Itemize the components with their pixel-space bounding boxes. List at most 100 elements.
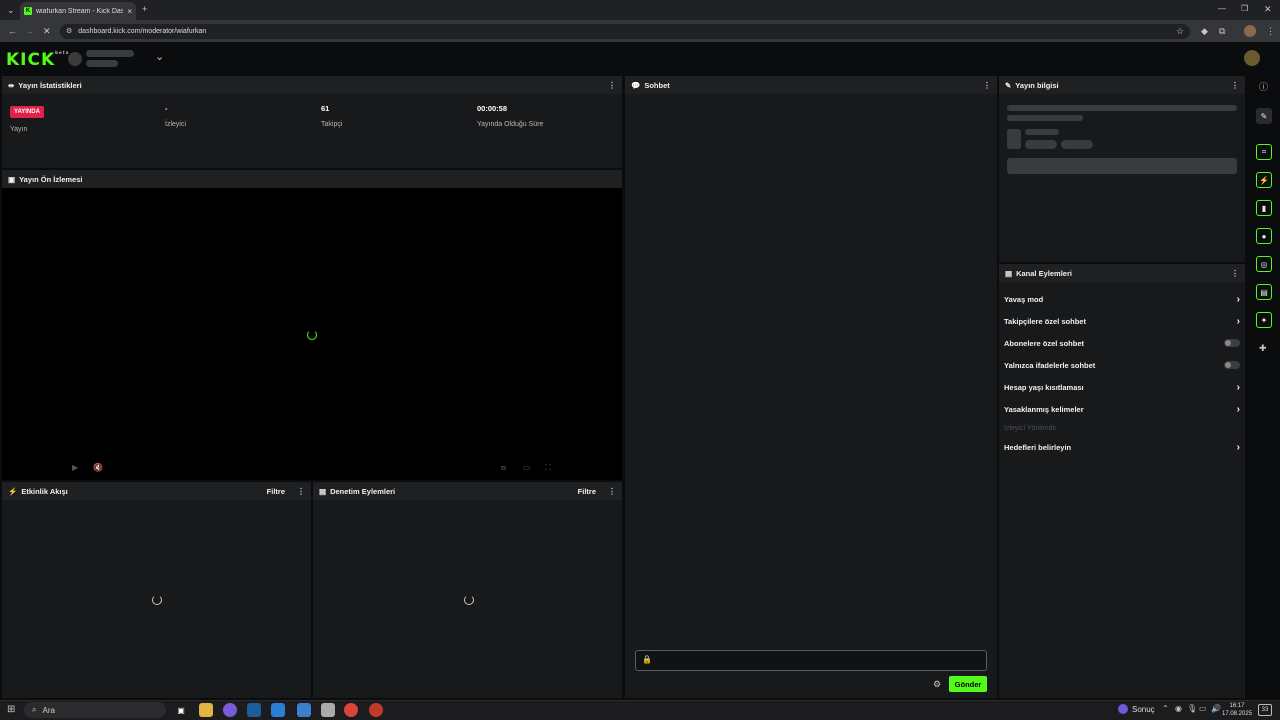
sidebar-document-icon[interactable]: ▮ xyxy=(1256,200,1272,216)
moderation-actions-panel: ▤ Denetim Eylemleri Filtre ⋮ xyxy=(313,482,622,698)
channel-actions-menu-icon[interactable]: ⋮ xyxy=(1231,269,1239,278)
chrome-icon[interactable] xyxy=(344,703,358,717)
sidebar-apps-icon[interactable]: ✚ xyxy=(1259,344,1267,353)
address-bar[interactable]: ⚙ dashboard.kick.com/moderator/wiafurkan xyxy=(60,24,1190,39)
tag-skeleton-2 xyxy=(1061,140,1093,149)
stop-loading-icon[interactable]: ✕ xyxy=(43,27,51,36)
sidebar-broadcast-icon[interactable]: ◎ xyxy=(1256,256,1272,272)
emotes-only-toggle[interactable] xyxy=(1224,361,1240,369)
app-icon-2[interactable] xyxy=(297,703,311,717)
extensions-puzzle-icon[interactable]: ⧉ xyxy=(1219,27,1225,36)
moderation-filter-button[interactable]: Filtre xyxy=(578,487,596,496)
chat-menu-icon[interactable]: ⋮ xyxy=(983,81,991,90)
new-tab-button[interactable]: + xyxy=(142,5,147,14)
chat-header: 💬 Sohbet ⋮ xyxy=(625,76,997,94)
back-icon[interactable]: ← xyxy=(8,27,17,36)
close-window-icon[interactable]: ✕ xyxy=(1264,5,1272,14)
send-button[interactable]: Gönder xyxy=(949,676,987,692)
stream-info-header: ✎ Yayın bilgisi ⋮ xyxy=(999,76,1245,94)
action-label: Abonelere özel sohbet xyxy=(1004,338,1085,348)
shield-app-icon[interactable] xyxy=(321,703,335,717)
mute-icon[interactable]: 🔇 xyxy=(93,464,103,472)
category-thumb-skeleton xyxy=(1007,129,1021,149)
activity-menu-icon[interactable]: ⋮ xyxy=(297,487,305,496)
moderation-actions-header: ▤ Denetim Eylemleri Filtre ⋮ xyxy=(313,482,622,500)
stats-menu-icon[interactable]: ⋮ xyxy=(608,81,616,90)
channel-switch-chevron-icon[interactable]: ⌄ xyxy=(155,52,164,63)
stat-viewers: - İzleyici xyxy=(157,96,311,166)
taskbar-search[interactable]: ⌕ Ara xyxy=(24,702,166,718)
file-explorer-icon[interactable] xyxy=(199,703,213,717)
url-text: dashboard.kick.com/moderator/wiafurkan xyxy=(78,28,207,35)
stream-stats-header: ⇹ Yayın İstatistikleri ⋮ xyxy=(2,76,622,94)
restore-window-icon[interactable]: ❐ xyxy=(1241,5,1248,13)
info-icon[interactable]: ⓘ xyxy=(1259,83,1268,92)
weather-label[interactable]: Sonuç xyxy=(1132,705,1155,714)
action-set-goals[interactable]: Hedefleri belirleyin › xyxy=(1004,436,1244,458)
action-slow-mode[interactable]: Yavaş mod › xyxy=(1004,288,1244,310)
play-icon[interactable]: ▶ xyxy=(72,464,78,472)
sidebar-chat-icon[interactable]: ● xyxy=(1256,228,1272,244)
pip-icon[interactable]: ⧈ xyxy=(501,464,506,472)
task-view-icon[interactable]: ▣ xyxy=(174,703,188,717)
chat-settings-gear-icon[interactable]: ⚙ xyxy=(933,680,941,689)
minimize-window-icon[interactable]: — xyxy=(1218,5,1226,13)
notification-badge[interactable]: 33 xyxy=(1258,704,1272,716)
forward-icon[interactable]: → xyxy=(25,27,34,36)
action-label: Hesap yaşı kısıtlaması xyxy=(1004,382,1084,392)
site-info-icon[interactable]: ⚙ xyxy=(66,28,72,35)
fullscreen-icon[interactable]: ⛶ xyxy=(545,464,551,472)
app-icon-1[interactable] xyxy=(223,703,237,717)
live-badge: YAYINDA xyxy=(10,106,44,118)
windows-start-icon[interactable]: ⊞ xyxy=(7,705,15,715)
activity-filter-button[interactable]: Filtre xyxy=(267,487,285,496)
network-icon[interactable]: ▭ xyxy=(1199,705,1207,713)
pencil-icon: ✎ xyxy=(1005,80,1012,90)
chevron-right-icon: › xyxy=(1236,381,1240,393)
microphone-icon[interactable]: 🎙 xyxy=(1187,705,1197,713)
stream-preview-header: ▣ Yayın Ön İzlemesi xyxy=(2,170,622,188)
kick-logo[interactable]: KICKbeta xyxy=(6,50,69,70)
chat-bubble-icon: 💬 xyxy=(631,80,641,90)
sidebar-bolt-icon[interactable]: ⚡ xyxy=(1256,172,1272,188)
stream-title-skeleton-2 xyxy=(1007,115,1083,121)
chat-input[interactable]: 🔒 xyxy=(635,650,987,671)
chat-lock-icon: 🔒 xyxy=(642,655,652,664)
action-account-age[interactable]: Hesap yaşı kısıtlaması › xyxy=(1004,376,1244,398)
sidebar-edit-icon[interactable]: ✎ xyxy=(1256,108,1272,124)
sidebar-layout-icon[interactable]: ▤ xyxy=(1256,284,1272,300)
preview-icon: ▣ xyxy=(8,174,16,184)
bookmark-star-icon[interactable]: ☆ xyxy=(1176,27,1184,36)
browser-tab[interactable]: K wiafurkan Stream - Kick Dashb... × xyxy=(20,2,136,20)
obs-icon[interactable] xyxy=(369,703,383,717)
browser-menu-icon[interactable]: ⋮ xyxy=(1266,27,1275,36)
chat-title: Sohbet xyxy=(644,80,670,90)
stream-info-menu-icon[interactable]: ⋮ xyxy=(1231,81,1239,90)
moderation-menu-icon[interactable]: ⋮ xyxy=(608,487,616,496)
profile-avatar[interactable] xyxy=(1244,25,1256,37)
close-tab-icon[interactable]: × xyxy=(127,7,132,16)
action-label: Yavaş mod xyxy=(1004,294,1044,304)
volume-icon[interactable]: 🔊 xyxy=(1211,705,1221,713)
activity-bolt-icon: ⚡ xyxy=(8,486,18,496)
steam-alt-icon[interactable] xyxy=(271,703,285,717)
sidebar-screenshot-icon[interactable]: ⌗ xyxy=(1256,144,1272,160)
sidebar-wrench-icon[interactable]: ✦ xyxy=(1256,312,1272,328)
activity-feed-title: Etkinlik Akışı xyxy=(21,486,68,496)
user-avatar[interactable] xyxy=(1244,50,1260,66)
extension-icon[interactable]: ◆ xyxy=(1201,27,1208,36)
theater-icon[interactable]: ▭ xyxy=(523,464,531,472)
steam-icon[interactable] xyxy=(247,703,261,717)
subscribers-only-toggle[interactable] xyxy=(1224,339,1240,347)
stat-followers: 61 Takipçi xyxy=(313,96,467,166)
windows-taskbar xyxy=(0,700,1280,720)
tray-chevron-icon[interactable]: ⌃ xyxy=(1162,705,1169,713)
uptime-label: Yayında Olduğu Süre xyxy=(477,121,544,128)
tab-list-chevron-icon[interactable]: ⌄ xyxy=(7,6,15,15)
stream-stats-title: Yayın İstatistikleri xyxy=(18,80,82,90)
taskbar-clock[interactable]: 16:17 17.08.2025 xyxy=(1222,702,1252,718)
weather-icon[interactable] xyxy=(1118,704,1128,714)
action-followers-only[interactable]: Takipçilere özel sohbet › xyxy=(1004,310,1244,332)
tray-app-icon[interactable]: ◉ xyxy=(1175,705,1182,713)
clock-date: 17.08.2025 xyxy=(1222,711,1253,717)
